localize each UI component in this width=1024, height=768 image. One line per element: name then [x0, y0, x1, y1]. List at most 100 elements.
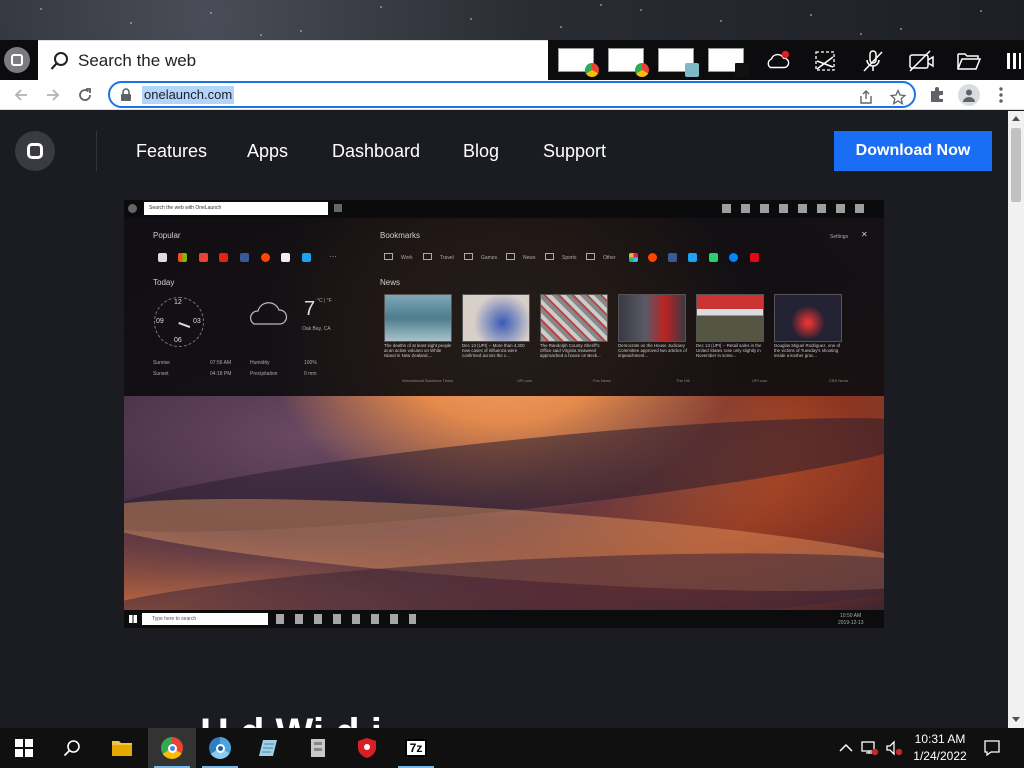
desktop-wallpaper [0, 0, 1024, 40]
star-dot [860, 33, 862, 35]
show-hidden-icons-button[interactable] [836, 738, 856, 758]
news-card-text: Douglas Miguel Rodriguez, one of the vic… [774, 343, 841, 359]
taskbar-file-explorer[interactable] [98, 728, 146, 768]
volume-button[interactable] [884, 738, 904, 758]
download-now-button[interactable]: Download Now [834, 131, 992, 171]
hero-popular-icon [281, 253, 290, 262]
nav-support[interactable]: Support [543, 141, 606, 162]
scroll-thumb[interactable] [1011, 128, 1021, 202]
taskbar-archive-app[interactable] [294, 728, 342, 768]
hero-folder-icon [545, 253, 554, 260]
hero-humidity: 100% [304, 360, 317, 366]
news-card-image [540, 294, 608, 342]
profile-button[interactable] [958, 84, 980, 106]
address-bar[interactable]: onelaunch.com [108, 81, 916, 108]
chromium-icon [209, 737, 231, 759]
hero-messenger-icon [729, 253, 738, 262]
scroll-up-icon[interactable] [1012, 116, 1020, 121]
hero-folder-icon [506, 253, 515, 260]
hero-folder-icon [464, 253, 473, 260]
camera-button[interactable] [908, 48, 934, 74]
star-dot [300, 30, 302, 32]
grid-icon [1007, 53, 1021, 69]
dock-more-button[interactable] [1004, 48, 1024, 74]
nav-dashboard[interactable]: Dashboard [332, 141, 420, 162]
onelaunch-logo-button[interactable] [4, 47, 30, 73]
window-thumb-notepad[interactable] [658, 48, 699, 77]
file-explorer-button[interactable] [956, 48, 982, 74]
reload-button[interactable] [74, 84, 96, 106]
news-card-text: Dec 13 (UPI) -- More than 4,300 new case… [462, 343, 525, 359]
taskbar-security-app[interactable] [343, 728, 391, 768]
page-scrollbar[interactable] [1008, 111, 1024, 728]
person-icon [963, 89, 975, 102]
network-button[interactable] [860, 738, 880, 758]
taskbar-search-button[interactable] [48, 728, 96, 768]
news-card-image [696, 294, 764, 342]
weather-cloud-button[interactable] [764, 48, 790, 74]
news-card-source: CBS News [829, 378, 849, 383]
news-card-source: Fox News [593, 378, 611, 383]
chrome-icon [635, 63, 649, 77]
clock-date: 1/24/2022 [913, 749, 967, 763]
news-card-image [618, 294, 686, 342]
share-button[interactable] [856, 87, 876, 107]
hero-folder-icon [586, 253, 595, 260]
microphone-button[interactable] [860, 48, 886, 74]
star-dot [810, 14, 812, 16]
hero-popular-icon [261, 253, 270, 262]
hero-slack-icon [629, 253, 638, 262]
star-dot [380, 6, 382, 8]
clock-number: 03 [193, 318, 201, 325]
hero-sunset: 04:18 PM [210, 371, 232, 377]
taskbar-7zip[interactable]: 7z [392, 728, 440, 768]
onelaunch-website: Features Apps Dashboard Blog Support Dow… [0, 111, 1008, 728]
hero-windows-taskbar: Type here to search 10:50 AM 2019-12-13 [124, 610, 884, 628]
hero-plus-icon [334, 204, 342, 212]
nav-blog[interactable]: Blog [463, 141, 499, 162]
hero-search-box: Search the web with OneLaunch [144, 202, 328, 215]
avatar [958, 84, 980, 106]
hero-bookmark-label: Travel [440, 255, 454, 261]
window-thumb-chrome-2[interactable] [608, 48, 649, 77]
star-dot [720, 20, 722, 22]
nav-apps[interactable]: Apps [247, 141, 288, 162]
address-bar-url[interactable]: onelaunch.com [142, 86, 235, 104]
news-card-image [774, 294, 842, 342]
action-center-button[interactable] [982, 738, 1002, 758]
snip-tool-button[interactable] [812, 48, 838, 74]
folder-icon [112, 741, 132, 756]
scroll-down-icon[interactable] [1012, 717, 1020, 722]
taskbar-onelaunch-chrome[interactable] [196, 728, 244, 768]
taskbar-chrome[interactable] [148, 728, 196, 768]
extensions-button[interactable] [926, 84, 948, 106]
site-logo-link[interactable] [15, 131, 55, 171]
nav-features[interactable]: Features [136, 141, 207, 162]
microphone-off-icon [863, 50, 883, 72]
arrow-left-icon [14, 89, 27, 101]
forward-button[interactable] [42, 84, 64, 106]
star-dot [130, 22, 132, 24]
taskbar-clock[interactable]: 10:31 AM 1/24/2022 [908, 731, 972, 765]
notepad-icon [685, 63, 699, 77]
star-dot [210, 12, 212, 14]
browser-menu-button[interactable] [990, 84, 1012, 106]
hero-dock-icons [722, 204, 872, 213]
hero-popular-icon [199, 253, 208, 262]
file-cabinet-icon [311, 739, 325, 757]
dock-search-box[interactable]: Search the web [38, 40, 548, 80]
window-thumb-chrome-1[interactable] [558, 48, 599, 77]
hero-cloud-icon [250, 302, 288, 325]
hero-settings-label: Settings [830, 234, 849, 240]
hero-humidity-label: Humidity [250, 360, 270, 366]
back-button[interactable] [10, 84, 32, 106]
hero-taskbar-date: 2019-12-13 [838, 620, 864, 626]
hero-popular-icon [158, 253, 167, 262]
news-card-source: UPI.com [752, 378, 768, 383]
header-divider [96, 131, 97, 171]
window-thumb-7zip[interactable] [708, 48, 749, 77]
bookmark-star-button[interactable] [888, 87, 908, 107]
taskbar-notepad[interactable] [245, 728, 293, 768]
start-button[interactable] [0, 728, 48, 768]
puzzle-icon [931, 87, 943, 102]
